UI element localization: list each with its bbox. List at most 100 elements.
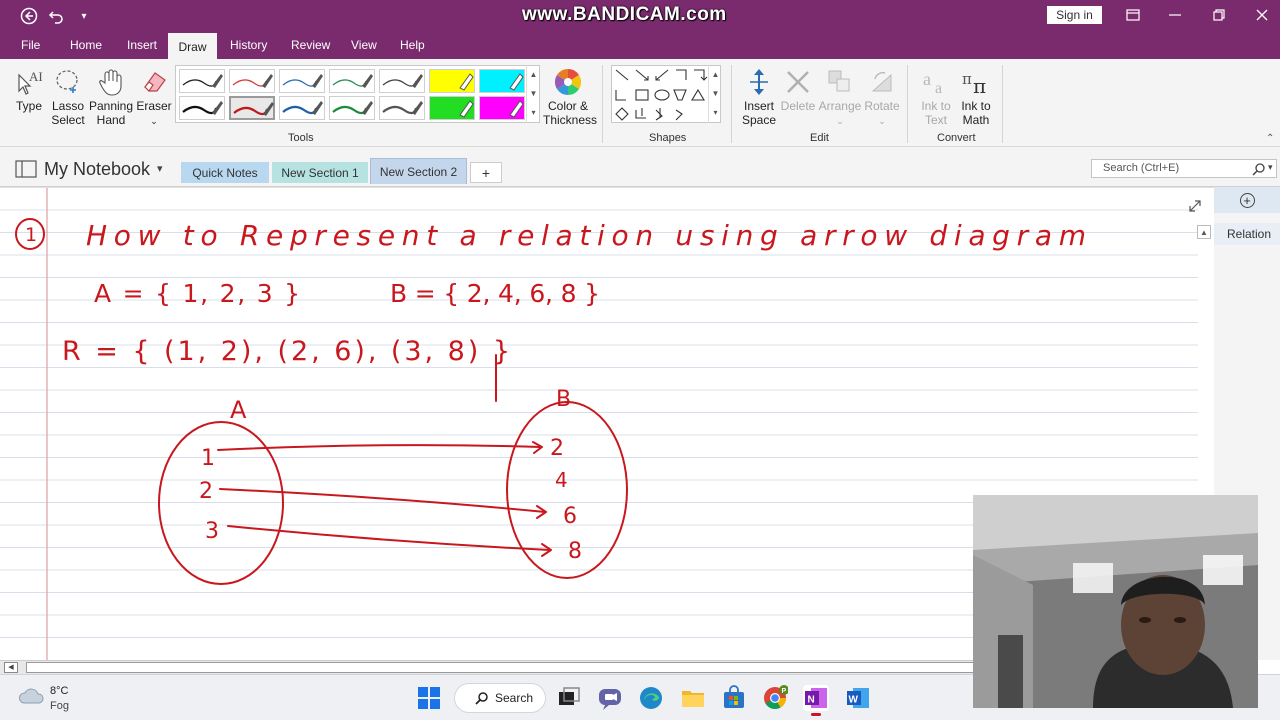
insert-space-button[interactable]: Insert Space (738, 67, 780, 127)
set-b-definition: B = { 2, 4, 6, 8 } (390, 279, 600, 308)
pen-swatch[interactable] (329, 69, 375, 93)
shapes-group-label: Shapes (649, 132, 687, 144)
ink-to-math-button[interactable]: ππ Ink to Math (956, 67, 996, 127)
taskbar-search-button[interactable]: Search (454, 683, 546, 713)
file-explorer-icon[interactable] (680, 685, 706, 711)
svg-text:a: a (923, 69, 931, 89)
type-button[interactable]: AI Type (12, 67, 46, 113)
presenter-video (973, 495, 1258, 708)
shapes-gallery-scroll[interactable]: ▲ ▼ ▾ (708, 65, 722, 123)
eraser-button[interactable]: Eraser ⌄ (136, 67, 172, 128)
set-a-definition: A = { 1, 2, 3 } (94, 279, 300, 308)
notebook-name[interactable]: My Notebook (44, 159, 150, 180)
pen-swatch[interactable] (479, 69, 525, 93)
lasso-select-button[interactable]: Lasso Select (50, 67, 86, 127)
pen-swatch[interactable] (229, 96, 275, 120)
svg-text:P: P (782, 688, 787, 695)
notebook-bar: My Notebook ▾ Quick Notes New Section 1 … (0, 147, 1280, 187)
domain-element-2: 2 (199, 479, 213, 504)
rotate-button[interactable]: Rotate ⌄ (862, 67, 902, 128)
ink-to-text-button[interactable]: aa Ink to Text (915, 67, 957, 127)
tab-home[interactable]: Home (70, 38, 102, 52)
microsoft-store-icon[interactable] (721, 685, 747, 711)
arrow-2-to-6 (219, 488, 546, 513)
search-icon[interactable] (1252, 162, 1266, 176)
webcam-overlay (973, 495, 1258, 708)
horizontal-scroll-thumb[interactable] (26, 662, 975, 673)
recording-watermark: www.BANDICAM.com (522, 4, 727, 25)
task-view-icon[interactable] (556, 685, 582, 711)
pen-swatch[interactable] (279, 96, 325, 120)
windows-start-icon[interactable] (416, 685, 442, 711)
domain-element-1: 1 (201, 446, 215, 471)
section-tab-new-section-1[interactable]: New Section 1 (272, 162, 368, 183)
codomain-element-6: 6 (563, 504, 577, 529)
undo-icon[interactable] (42, 4, 70, 28)
horizontal-scrollbar[interactable]: ◀ (0, 660, 975, 674)
pen-swatch[interactable] (279, 69, 325, 93)
ribbon-display-options-icon[interactable] (1118, 4, 1148, 26)
restore-icon[interactable] (1204, 4, 1234, 26)
pen-swatch[interactable] (179, 96, 225, 120)
tab-history[interactable]: History (230, 38, 267, 52)
pen-swatch[interactable] (329, 96, 375, 120)
search-input[interactable]: Search (Ctrl+E) (1091, 159, 1277, 178)
pen-swatch[interactable] (479, 96, 525, 120)
delete-button[interactable]: Delete (780, 67, 816, 113)
tab-help[interactable]: Help (400, 38, 425, 52)
minimize-icon[interactable] (1160, 4, 1190, 26)
pen-swatch[interactable] (179, 69, 225, 93)
relation-definition: R = { (1, 2), (2, 6), (3, 8) } (62, 336, 510, 367)
tab-view[interactable]: View (351, 38, 377, 52)
section-tab-new-section-2[interactable]: New Section 2 (370, 158, 467, 184)
pen-swatch[interactable] (429, 69, 475, 93)
tab-review[interactable]: Review (291, 38, 330, 52)
weather-cloud-icon[interactable] (18, 685, 46, 707)
arrange-button[interactable]: Arrange ⌄ (818, 67, 862, 128)
add-section-button[interactable]: + (470, 162, 502, 183)
pen-swatch[interactable] (229, 69, 275, 93)
ribbon-divider (907, 65, 908, 143)
delete-x-icon (787, 71, 809, 93)
shapes-icons[interactable] (612, 66, 708, 122)
set-b-label: B (556, 387, 571, 412)
quick-access-customize-icon[interactable]: ▾ (70, 4, 98, 28)
svg-text:a: a (935, 80, 942, 97)
color-thickness-button[interactable]: Color & Thickness (543, 67, 597, 127)
teams-chat-icon[interactable] (597, 685, 623, 711)
eraser-icon (144, 72, 166, 92)
pen-gallery-scroll[interactable]: ▲ ▼ ▾ (526, 65, 540, 123)
weather-temperature: 8°C (50, 685, 69, 697)
pen-swatch[interactable] (429, 96, 475, 120)
collapse-ribbon-icon[interactable]: ⌃ (1266, 133, 1274, 144)
tab-file[interactable]: File (21, 38, 40, 52)
chrome-browser-icon[interactable]: P (762, 685, 789, 711)
section-tab-quick-notes[interactable]: Quick Notes (181, 162, 269, 183)
ribbon-divider (731, 65, 732, 143)
onenote-app-icon[interactable]: N (803, 685, 829, 716)
tab-draw[interactable]: Draw (168, 33, 217, 60)
codomain-element-4: 4 (555, 468, 568, 492)
search-scope-dropdown-icon[interactable]: ▾ (1268, 162, 1273, 173)
back-icon[interactable] (15, 4, 43, 28)
eraser-dropdown-icon[interactable]: ⌄ (150, 116, 158, 126)
page-item-relation[interactable]: Relation (1214, 223, 1280, 245)
ribbon-divider (602, 65, 603, 143)
insert-space-icon (750, 69, 768, 95)
close-icon[interactable] (1247, 4, 1277, 26)
edge-browser-icon[interactable] (638, 685, 664, 711)
tab-insert[interactable]: Insert (127, 38, 157, 52)
collapse-page-panel-icon[interactable]: ▲ (1197, 225, 1211, 239)
panning-hand-button[interactable]: Panning Hand (88, 67, 134, 127)
pen-gallery (175, 65, 540, 123)
scroll-left-icon[interactable]: ◀ (4, 662, 18, 673)
pen-swatch[interactable] (379, 69, 425, 93)
notebook-dropdown-icon[interactable]: ▾ (157, 162, 163, 175)
sign-in-button[interactable]: Sign in (1047, 6, 1102, 24)
word-app-icon[interactable]: W (845, 685, 871, 711)
pen-swatch[interactable] (379, 96, 425, 120)
add-page-button[interactable]: + (1214, 187, 1280, 213)
notebook-nav-icon[interactable] (15, 160, 37, 178)
title-bar: ▾ www.BANDICAM.com Sign in (0, 0, 1280, 33)
set-a-oval (158, 421, 284, 585)
